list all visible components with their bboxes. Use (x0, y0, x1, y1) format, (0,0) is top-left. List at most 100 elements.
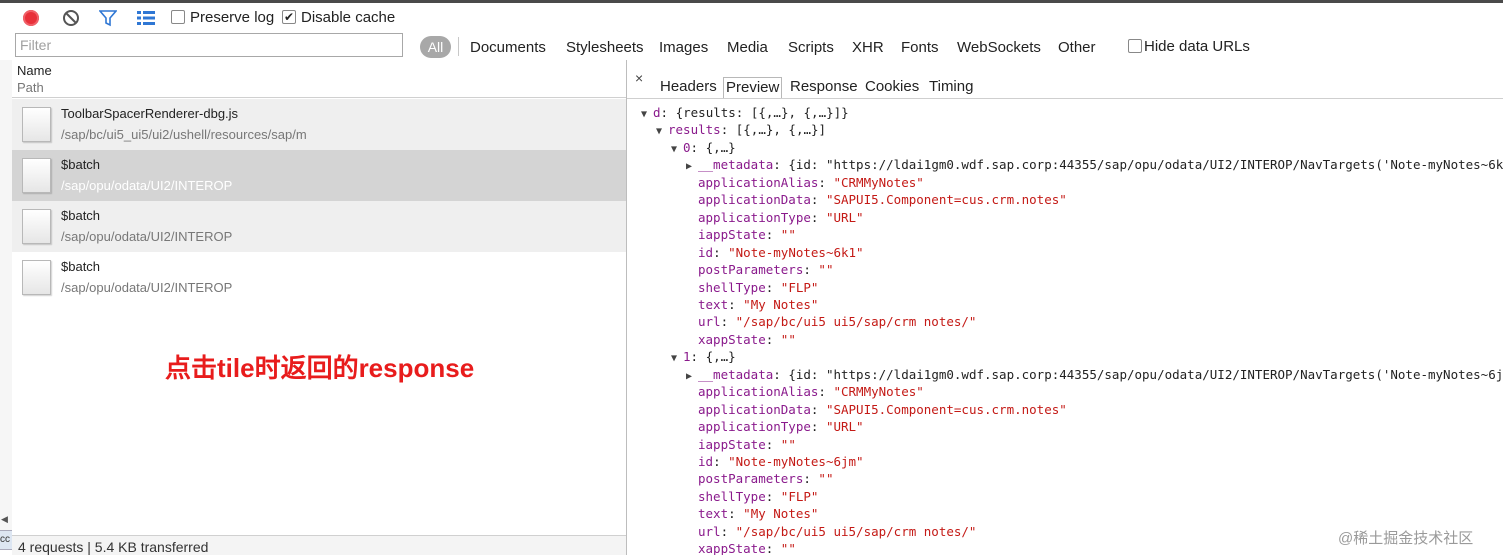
request-list-header[interactable]: Name Path (12, 60, 626, 98)
json-key: postParameters (698, 471, 804, 487)
request-row[interactable]: ToolbarSpacerRenderer-dbg.js /sap/bc/ui5… (12, 99, 626, 150)
watermark: @稀土掘金技术社区 (1338, 530, 1474, 547)
detail-panel: × Headers Preview Response Cookies Timin… (627, 60, 1503, 555)
json-line: applicationType: "URL" (698, 419, 864, 435)
json-key: 0 (683, 139, 691, 155)
json-value: "" (818, 262, 834, 278)
file-icon (22, 209, 51, 244)
filter-type-scripts[interactable]: Scripts (788, 39, 834, 56)
file-icon (22, 260, 51, 295)
json-key: applicationType (698, 209, 811, 225)
request-row[interactable]: $batch /sap/opu/odata/UI2/INTEROP (12, 201, 626, 252)
json-key: d (653, 105, 661, 120)
request-name: $batch (61, 259, 101, 274)
filter-type-other[interactable]: Other (1058, 39, 1096, 56)
json-value: "Note-myNotes~6k1" (728, 244, 864, 260)
filter-type-websockets[interactable]: WebSockets (957, 39, 1041, 56)
json-line[interactable]: ▶ __metadata: {id: "https://ldai1gm0.wdf.… (686, 156, 1503, 173)
preserve-log-checkbox[interactable] (171, 10, 185, 24)
json-key: url (698, 523, 721, 539)
request-row-selected[interactable]: $batch /sap/opu/odata/UI2/INTEROP (12, 150, 626, 201)
request-path: /sap/opu/odata/UI2/INTEROP (61, 178, 233, 193)
filter-input[interactable] (15, 33, 403, 57)
filter-type-xhr[interactable]: XHR (852, 39, 884, 56)
json-key: text (698, 296, 729, 312)
json-key: applicationAlias (698, 174, 819, 190)
json-key: 1 (683, 349, 691, 365)
json-line[interactable]: ▼ 1: {,…} (671, 348, 736, 365)
json-line: applicationAlias: "CRMMyNotes" (698, 174, 924, 190)
disable-cache-label: Disable cache (301, 9, 396, 26)
json-line: applicationType: "URL" (698, 209, 864, 225)
json-line: shellType: "FLP" (698, 488, 819, 504)
request-name: $batch (61, 208, 101, 223)
request-name: ToolbarSpacerRenderer-dbg.js (61, 106, 239, 121)
expand-triangle-icon[interactable]: ▼ (671, 350, 683, 367)
json-value: "FLP" (780, 488, 819, 504)
json-line: shellType: "FLP" (698, 279, 819, 295)
tab-response[interactable]: Response (788, 77, 860, 99)
json-line[interactable]: ▼ d: {results: [{,…}, {,…}]} (641, 104, 849, 121)
json-line[interactable]: ▶ __metadata: {id: "https://ldai1gm0.wdf.… (686, 366, 1503, 383)
annotation-text: 点击tile时返回的response (165, 353, 475, 383)
filter-separator (458, 37, 459, 56)
network-toolbar: Preserve log ✔ Disable cache (0, 3, 1503, 32)
hide-data-urls-checkbox[interactable] (1128, 39, 1142, 53)
request-list-panel: Name Path ToolbarSpacerRenderer-dbg.js /… (12, 60, 626, 555)
filter-type-fonts[interactable]: Fonts (901, 39, 939, 56)
collapse-arrow-icon[interactable]: ◀ (1, 514, 8, 525)
column-path-header[interactable]: Path (17, 80, 44, 95)
json-key: xappState (698, 541, 766, 555)
clear-icon[interactable] (62, 9, 80, 27)
json-line: postParameters: "" (698, 262, 834, 278)
json-value: "CRMMyNotes" (833, 384, 924, 400)
expand-triangle-icon[interactable]: ▼ (656, 123, 668, 140)
json-value: "My Notes" (743, 296, 819, 312)
json-value: "" (780, 541, 796, 555)
json-line: id: "Note-myNotes~6k1" (698, 244, 864, 260)
json-value: "CRMMyNotes" (833, 174, 924, 190)
close-icon[interactable]: × (635, 70, 643, 86)
json-value: "URL" (825, 419, 864, 435)
json-key: text (698, 506, 729, 522)
left-edge-tab[interactable]: cc (0, 530, 12, 550)
tab-headers[interactable]: Headers (658, 77, 719, 99)
list-view-icon[interactable] (137, 9, 155, 27)
json-line[interactable]: ▼ 0: {,…} (671, 139, 736, 156)
json-value: {id: "https://ldai1gm0.wdf.sap.corp:4435… (788, 366, 1503, 382)
json-key: iappState (698, 436, 766, 452)
json-value: {results: [{,…}, {,…}]} (675, 105, 849, 120)
disable-cache-checkbox[interactable]: ✔ (282, 10, 296, 24)
filter-type-stylesheets[interactable]: Stylesheets (566, 39, 644, 56)
json-key: id (698, 454, 714, 469)
record-icon[interactable] (22, 9, 40, 27)
json-key: applicationData (698, 192, 811, 208)
filter-type-all[interactable]: All (420, 36, 451, 58)
json-value: "FLP" (780, 279, 819, 295)
request-row[interactable]: $batch /sap/opu/odata/UI2/INTEROP (12, 252, 626, 303)
column-name-header[interactable]: Name (17, 63, 52, 78)
file-icon (22, 158, 51, 193)
tab-preview[interactable]: Preview (723, 77, 783, 99)
json-value: "SAPUI5.Component=cus.crm.notes" (825, 192, 1067, 208)
json-value: {,…} (705, 139, 736, 155)
filter-type-media[interactable]: Media (727, 39, 768, 56)
filter-icon[interactable] (99, 9, 117, 27)
json-line[interactable]: ▼ results: [{,…}, {,…}] (656, 121, 826, 138)
tab-timing[interactable]: Timing (927, 77, 975, 99)
json-key: applicationData (698, 401, 811, 417)
filter-type-documents[interactable]: Documents (470, 39, 546, 56)
status-bar: 4 requests | 5.4 KB transferred (12, 535, 626, 555)
collapse-triangle-icon[interactable]: ▶ (686, 158, 698, 175)
filter-type-images[interactable]: Images (659, 39, 708, 56)
json-line: xappState: "" (698, 331, 796, 347)
json-key: postParameters (698, 262, 804, 278)
json-key: xappState (698, 331, 766, 347)
collapse-triangle-icon[interactable]: ▶ (686, 368, 698, 385)
tab-cookies[interactable]: Cookies (863, 77, 921, 99)
expand-triangle-icon[interactable]: ▼ (671, 141, 683, 158)
json-line: xappState: "" (698, 541, 796, 555)
expand-triangle-icon[interactable]: ▼ (641, 106, 653, 123)
json-key: iappState (698, 227, 766, 243)
json-value: "" (780, 436, 796, 452)
